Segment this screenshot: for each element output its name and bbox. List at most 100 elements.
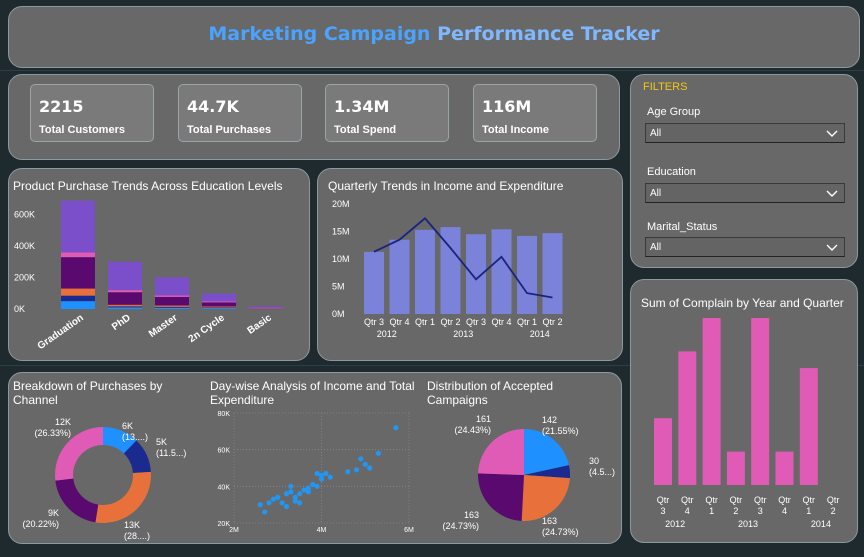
bar-segment — [61, 257, 95, 289]
bar — [364, 251, 384, 314]
bar — [702, 318, 721, 485]
select-value: All — [650, 242, 662, 253]
kpi-value: 44.7K — [187, 97, 239, 116]
bar — [799, 368, 818, 485]
kpi-card-income[interactable]: 116M Total Income — [473, 84, 597, 142]
x-tick-label: Qtr 1 — [415, 317, 435, 327]
bar-segment — [61, 288, 95, 296]
filters-panel: FILTERS Age Group All Education All Mari… — [630, 74, 858, 268]
scatter-point — [305, 489, 311, 495]
scatter-point — [266, 500, 272, 506]
bar-segment — [155, 296, 189, 306]
y-tick-label: 15M — [332, 227, 350, 237]
year-label: 2013 — [453, 329, 473, 339]
x-tick-label: 2n Cycle — [187, 312, 227, 345]
data-label: (24.43%) — [454, 425, 491, 435]
scatter-point — [257, 502, 263, 508]
bar — [751, 318, 770, 485]
bar — [726, 451, 745, 485]
bar-segment — [108, 261, 142, 291]
pie-slice — [95, 471, 151, 523]
year-label: 2012 — [665, 519, 685, 529]
data-label: 13K — [124, 520, 140, 530]
complain-chart: Qtr3Qtr4Qtr1Qtr2Qtr3Qtr4Qtr1Qtr22012 2013… — [654, 318, 839, 529]
bar-segment — [108, 304, 142, 307]
x-tick-label: 2M — [229, 527, 239, 534]
bar-segment — [108, 290, 142, 293]
data-label: (24.73%) — [442, 521, 479, 531]
bar-segment — [202, 306, 236, 308]
bar-segment — [61, 200, 95, 253]
x-tick-label: 2 — [831, 506, 836, 516]
select-value: All — [650, 188, 662, 199]
y-tick-label: 60K — [218, 448, 231, 455]
bar — [517, 235, 537, 314]
y-tick-label: 5M — [332, 282, 345, 292]
kpi-label: Total Income — [482, 124, 550, 136]
bar — [542, 233, 563, 314]
bar-segment — [155, 277, 189, 296]
chevron-down-icon — [826, 244, 838, 251]
title-part-1: Marketing Campaign — [208, 23, 431, 45]
education-select[interactable]: All — [645, 183, 845, 203]
year-label: 2014 — [530, 329, 550, 339]
scatter-point — [353, 467, 360, 473]
bar — [415, 229, 435, 314]
y-tick-label: 400K — [14, 241, 35, 251]
data-label: 9K — [48, 508, 59, 518]
background-line — [0, 70, 864, 71]
year-label: 2013 — [738, 519, 758, 529]
bar-segment — [202, 301, 236, 303]
x-tick-label: Graduation — [36, 312, 86, 352]
bar-segment — [155, 306, 189, 308]
scatter-point — [345, 469, 351, 475]
kpi-value: 1.34M — [334, 97, 390, 116]
y-tick-label: 40K — [218, 484, 231, 491]
daywise-scatter-chart: 20K40K60K80K2M 4M 6M — [218, 411, 414, 534]
bar-segment — [249, 306, 283, 308]
x-tick-label: Qtr 4 — [389, 317, 409, 327]
bar-segment — [108, 292, 142, 305]
x-tick-label: Qtr 3 — [364, 317, 384, 327]
scatter-point — [275, 494, 281, 500]
kpi-card-customers[interactable]: 2215 Total Customers — [30, 84, 154, 142]
x-tick-label: Qtr 2 — [440, 317, 460, 327]
filter-label-age-group: Age Group — [647, 106, 701, 118]
data-label: 12K — [55, 417, 71, 427]
bar — [389, 239, 410, 314]
pie-slice — [478, 473, 524, 521]
x-tick-label: 1 — [709, 506, 714, 516]
bar-segment — [202, 307, 236, 309]
bar — [491, 229, 512, 314]
age-group-select[interactable]: All — [645, 123, 845, 143]
data-label: 161 — [476, 414, 491, 424]
data-label: (11.5...) — [156, 448, 186, 458]
x-tick-label: Master — [147, 312, 180, 340]
y-tick-label: 10M — [332, 254, 350, 264]
scatter-point — [393, 425, 399, 431]
scatter-point — [279, 500, 285, 506]
bar — [654, 418, 672, 485]
kpi-label: Total Customers — [39, 124, 125, 136]
bar-segment — [249, 308, 283, 310]
y-tick-label: 0K — [14, 304, 25, 314]
x-tick-label: 4M — [317, 527, 327, 534]
x-tick-label: Qtr — [730, 495, 743, 505]
kpi-card-spend[interactable]: 1.34M Total Spend — [325, 84, 449, 142]
data-label: (21.55%) — [542, 426, 579, 436]
scatter-point — [362, 461, 368, 467]
x-tick-label: 4 — [782, 506, 787, 516]
bar-segment — [108, 306, 142, 308]
x-tick-label: Basic — [246, 312, 275, 337]
education-chart: 0K 200K 400K 600K Graduation PhD Master 2n Cycl… — [14, 200, 283, 352]
marital-status-select[interactable]: All — [645, 237, 845, 257]
x-tick-label: Qtr 1 — [517, 317, 537, 327]
kpi-card-purchases[interactable]: 44.7K Total Purchases — [178, 84, 302, 142]
x-tick-label: 2 — [733, 506, 738, 516]
scatter-point — [358, 456, 364, 462]
quarterly-chart: 0M 5M 10M 15M 20M Qtr 3 Qtr 4 Qtr 1 Qtr 2 Qtr 3 Qt… — [332, 199, 563, 339]
x-tick-label: Qtr 2 — [542, 317, 562, 327]
scatter-point — [262, 509, 268, 515]
x-tick-label: 3 — [758, 506, 763, 516]
data-label: (13....) — [122, 432, 148, 442]
